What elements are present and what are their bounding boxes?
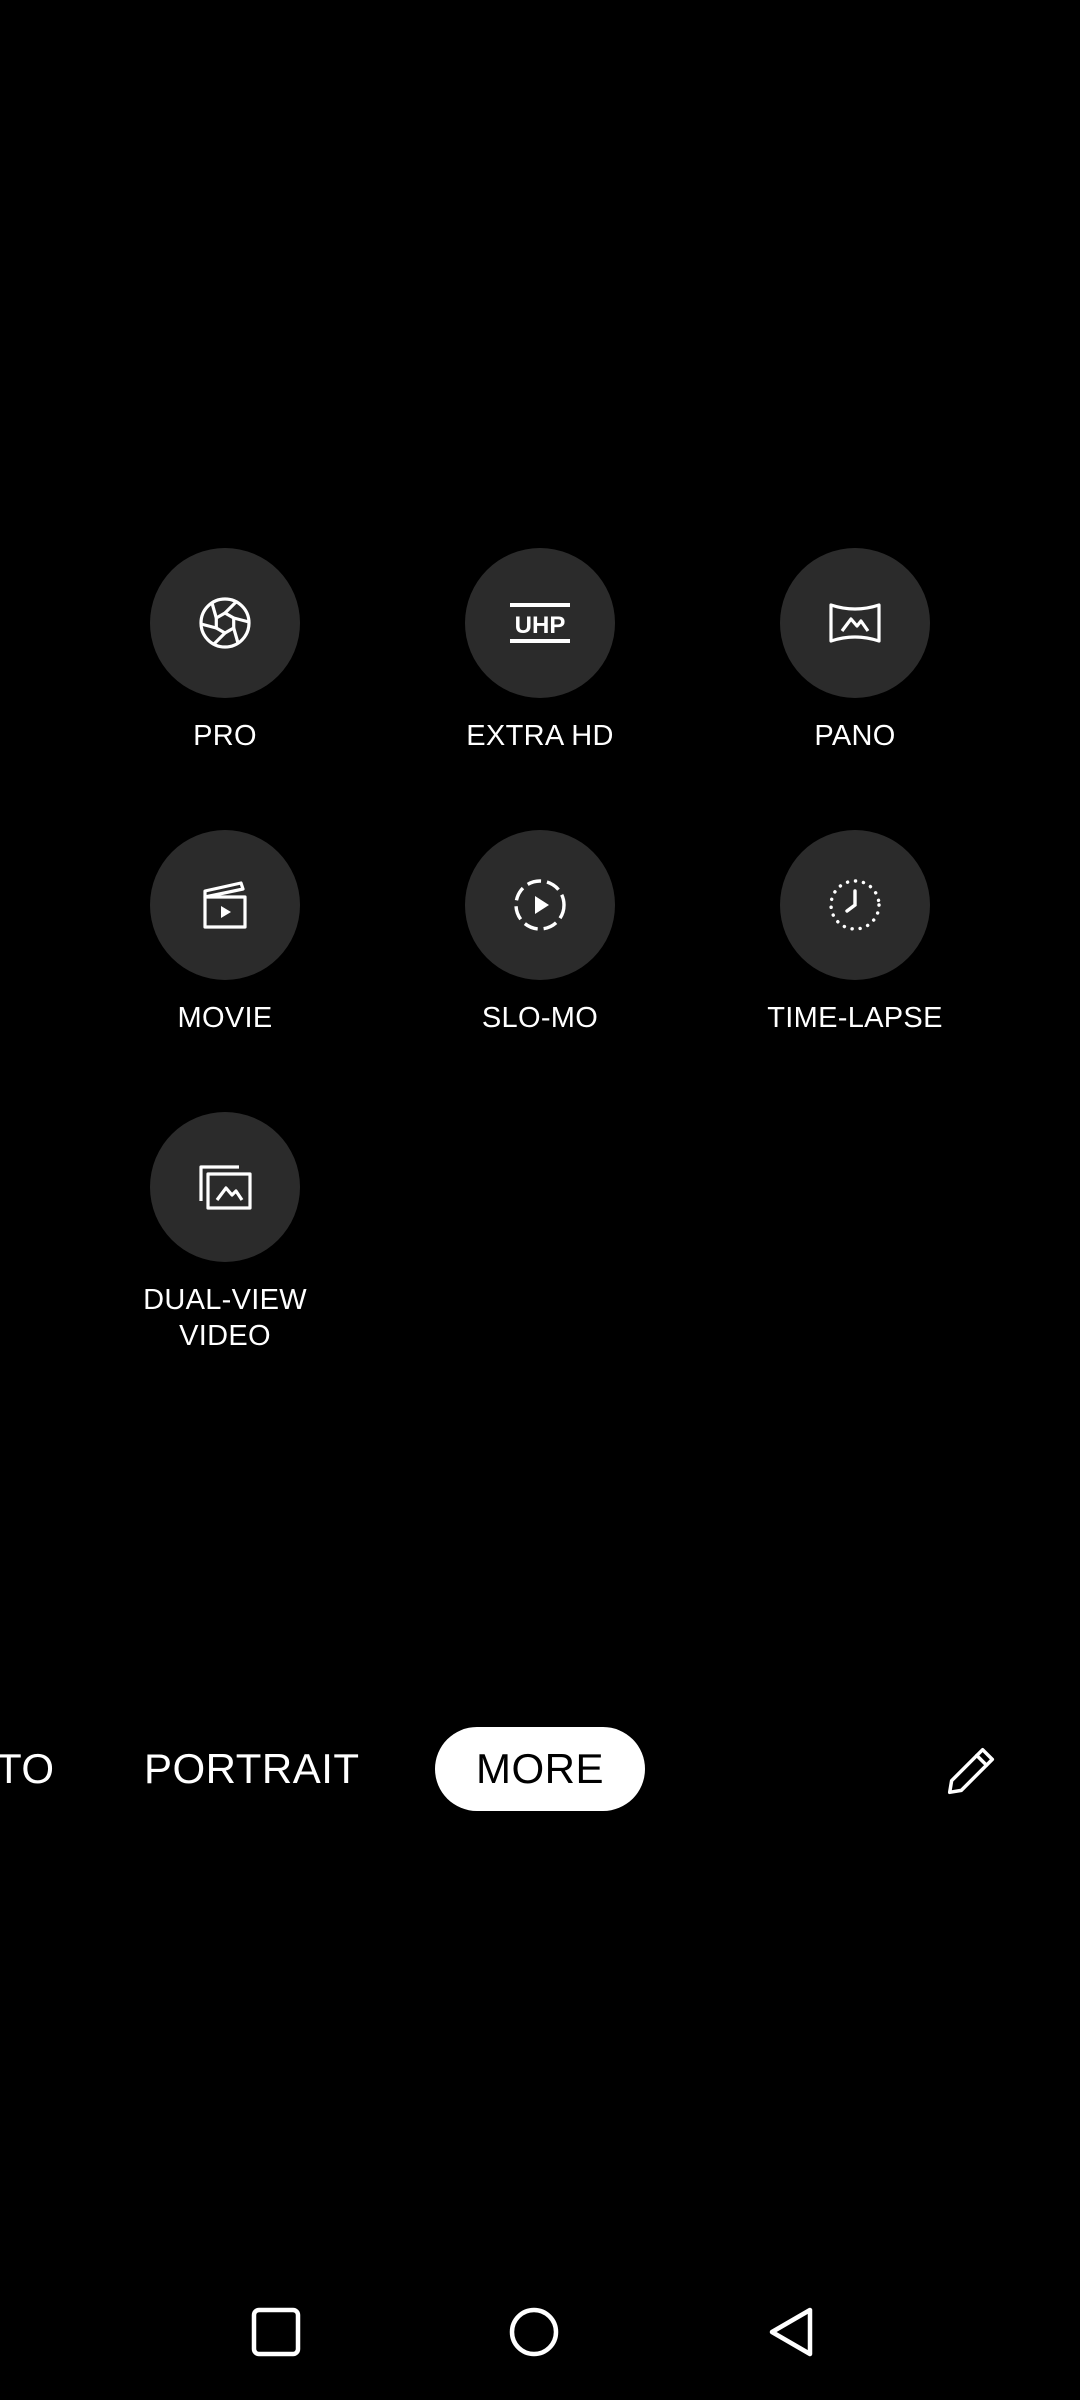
square-icon (251, 2307, 301, 2357)
circle-icon (509, 2307, 559, 2357)
mode-time-lapse[interactable]: TIME-LAPSE (725, 830, 985, 1036)
mode-extra-hd-label: EXTRA HD (466, 720, 614, 752)
mode-slo-mo-button[interactable] (465, 830, 615, 980)
mode-slo-mo-label: SLO-MO (481, 1002, 599, 1034)
panorama-icon (829, 603, 881, 643)
mode-time-lapse-label: TIME-LAPSE (767, 1002, 943, 1034)
dual-view-icon (199, 1165, 252, 1210)
mode-bar-more-selected[interactable]: MORE (435, 1727, 645, 1811)
mode-pro-button[interactable] (150, 548, 300, 698)
time-lapse-icon (829, 879, 881, 931)
mode-time-lapse-button[interactable] (780, 830, 930, 980)
mode-pano-button[interactable] (780, 548, 930, 698)
svg-text:UHP: UHP (515, 612, 566, 639)
slow-motion-icon (514, 879, 566, 931)
mode-dual-view-video-button[interactable] (150, 1112, 300, 1262)
nav-recents-button[interactable] (244, 2300, 308, 2364)
mode-slo-mo[interactable]: SLO-MO (410, 830, 670, 1036)
mode-bar-portrait[interactable]: PORTRAIT (144, 1744, 360, 1794)
nav-home-button[interactable] (502, 2300, 566, 2364)
aperture-icon (199, 597, 251, 649)
uhp-icon: UHP (510, 603, 570, 643)
mode-extra-hd-button[interactable]: UHP (465, 548, 615, 698)
mode-movie[interactable]: MOVIE (95, 830, 355, 1036)
mode-dual-view-video[interactable]: DUAL-VIEW VIDEO (95, 1112, 355, 1354)
mode-pro-label: PRO (193, 720, 257, 752)
mode-bar-photo[interactable]: TO (0, 1744, 55, 1794)
mode-pano[interactable]: PANO (725, 548, 985, 754)
triangle-back-icon (769, 2307, 813, 2357)
mode-extra-hd[interactable]: UHP EXTRA HD (410, 548, 670, 754)
edit-modes-button[interactable] (940, 1740, 1002, 1802)
mode-movie-button[interactable] (150, 830, 300, 980)
mode-pano-label: PANO (814, 720, 896, 752)
clapperboard-icon (203, 881, 247, 929)
mode-pro[interactable]: PRO (95, 548, 355, 754)
mode-movie-label: MOVIE (177, 1002, 273, 1034)
mode-dual-view-video-label: DUAL-VIEW VIDEO (143, 1284, 307, 1352)
pencil-icon (947, 1747, 995, 1795)
nav-back-button[interactable] (760, 2300, 824, 2364)
